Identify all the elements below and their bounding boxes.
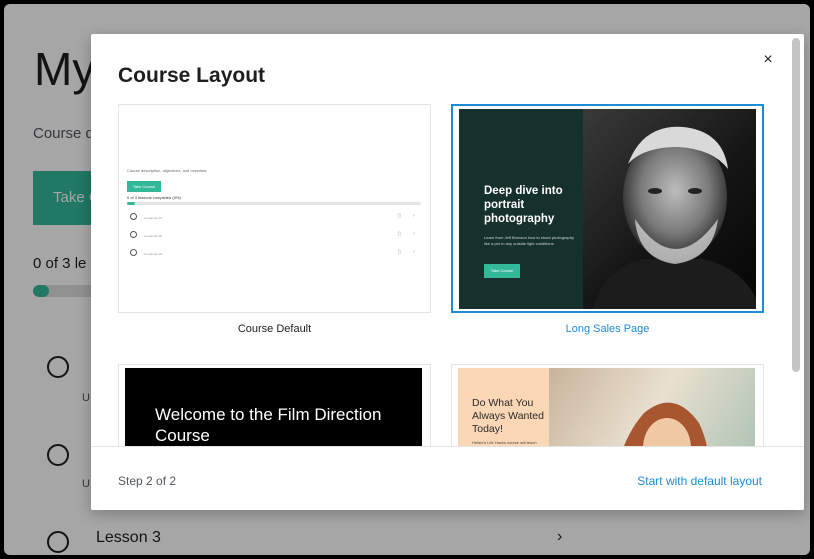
layout-label-long-sales-page[interactable]: Long Sales Page (451, 323, 764, 335)
portrait-photo (583, 109, 756, 309)
woman-image (624, 402, 707, 446)
step-indicator: Step 2 of 2 (118, 474, 177, 488)
thumb-lesson-text: A example #1 (144, 216, 163, 220)
thumb-lesson-row: A example #1 ▯ › (130, 213, 422, 223)
thumb-lesson-text: A example #3 (144, 252, 163, 256)
modal-title: Course Layout (118, 64, 266, 87)
layout-option-long-sales-page[interactable]: Deep dive into portrait photography Lear… (451, 104, 764, 313)
layout-label-course-default[interactable]: Course Default (118, 323, 431, 335)
chevron-right-icon: › (413, 231, 415, 237)
woman-photo (549, 368, 755, 446)
app-window: My Course d Take C 0 of 3 le U U Lesson … (4, 4, 810, 555)
modal-scrollbar[interactable] (792, 38, 800, 372)
course-layout-modal: Course Layout × Course description, obje… (91, 34, 804, 510)
layout-option-film-course[interactable]: Welcome to the Film Direction Course (118, 364, 431, 446)
circle-icon (130, 213, 137, 220)
thumb-lesson-row: A example #3 ▯ › (130, 249, 422, 259)
thumb-hero-panel: Welcome to the Film Direction Course (125, 368, 422, 446)
circle-icon (130, 249, 137, 256)
thumb-headline: Welcome to the Film Direction Course (155, 405, 382, 445)
chevron-right-icon: › (413, 249, 415, 255)
portrait-image (593, 126, 756, 309)
thumb-lesson-text: A example #2 (144, 234, 163, 238)
lock-icon: ▯ (398, 231, 401, 237)
thumb-progress-text: 0 of 3 lessons completed (0%) (127, 195, 181, 200)
lock-icon: ▯ (398, 213, 401, 219)
thumb-take-course-button: Take Course (484, 264, 520, 278)
layout-option-course-default[interactable]: Course description, objectives, and over… (118, 104, 431, 313)
thumb-description: Course description, objectives, and over… (127, 168, 208, 173)
thumb-hero-panel: Do What You Always Wanted Today! Hellen'… (458, 368, 549, 446)
thumb-progress-bar (127, 202, 421, 205)
close-icon[interactable]: × (756, 48, 780, 72)
modal-footer: Step 2 of 2 Start with default layout (91, 446, 804, 510)
thumb-headline: Do What You Always Wanted Today! (472, 397, 544, 435)
circle-icon (130, 231, 137, 238)
thumb-lesson-row: A example #2 ▯ › (130, 231, 422, 241)
start-default-layout-link[interactable]: Start with default layout (637, 474, 762, 488)
lock-icon: ▯ (398, 249, 401, 255)
layout-option-life-hacks[interactable]: Do What You Always Wanted Today! Hellen'… (451, 364, 764, 446)
layout-grid: Course Layout × Course description, obje… (91, 34, 791, 446)
thumb-take-course-button: Take Course (127, 181, 161, 192)
chevron-right-icon: › (413, 213, 415, 219)
thumb-headline: Deep dive into portrait photography (484, 185, 563, 225)
thumb-hero-panel: Deep dive into portrait photography Lear… (459, 109, 583, 309)
thumb-subtext: Learn from Jeff Bronson how to shoot pho… (484, 235, 574, 246)
thumb-progress-fill (127, 202, 135, 205)
